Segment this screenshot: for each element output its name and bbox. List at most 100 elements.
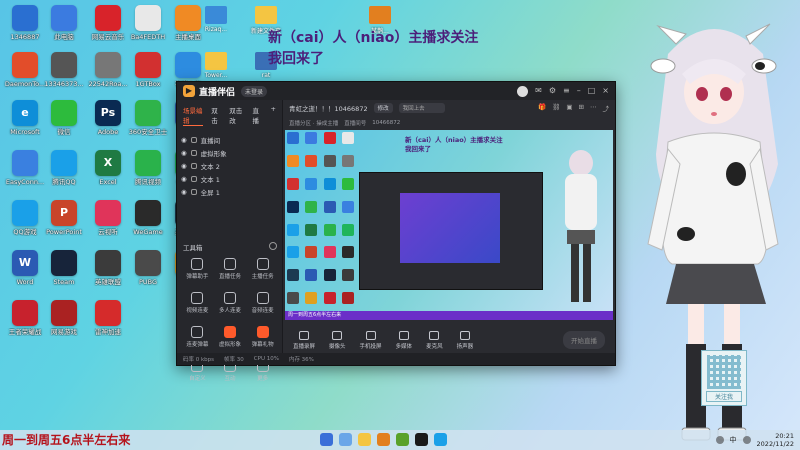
toolbox-header: 工具箱: [183, 242, 277, 252]
desktop-icon[interactable]: 360安全卫士: [126, 100, 170, 136]
desktop-icon[interactable]: 网易游戏: [42, 300, 86, 336]
desktop-icon[interactable]: DaemonTo...: [3, 52, 47, 88]
app-name: 直播伴侣: [199, 87, 236, 98]
room-announcement-input[interactable]: 我回上去: [398, 103, 445, 113]
desktop-icon[interactable]: PUBG: [126, 250, 170, 286]
desktop-icon[interactable]: e Microsoft: [3, 100, 47, 136]
desktop-icon[interactable]: WeGame: [126, 200, 170, 236]
visibility-icon[interactable]: ◉: [181, 175, 187, 183]
network-icon[interactable]: [715, 436, 724, 444]
gift-icon[interactable]: 🎁: [538, 103, 546, 113]
taskbar-app-icon[interactable]: [320, 433, 333, 446]
visibility-icon[interactable]: ◉: [181, 188, 187, 196]
taskbar-app-icon[interactable]: [415, 433, 428, 446]
menu-icon[interactable]: ≡: [563, 86, 570, 97]
live-control-button[interactable]: 扬声器: [457, 330, 473, 350]
app-icon: [95, 200, 121, 226]
desktop-icon[interactable]: 英雄联盟: [86, 250, 130, 286]
desktop-icon[interactable]: Ba4FEDTH: [126, 5, 170, 41]
source-item[interactable]: ◉ 文本 1: [181, 172, 278, 185]
more-icon[interactable]: ⋯: [590, 103, 597, 113]
live-control-button[interactable]: 直播录屏: [293, 330, 315, 350]
toolbox-item[interactable]: 多人连麦: [214, 292, 247, 314]
desktop-icon[interactable]: P PowerPoint: [42, 200, 86, 236]
settings-icon[interactable]: ⚙: [549, 86, 556, 97]
mail-icon[interactable]: ✉: [535, 86, 542, 97]
desktop-icon[interactable]: 云视听: [86, 200, 130, 236]
taskbar-app-icon[interactable]: [339, 433, 352, 446]
clock-date: 2022/11/22: [756, 440, 794, 448]
ime-indicator[interactable]: 中: [730, 435, 737, 445]
desktop-icon[interactable]: 网易云音乐: [86, 5, 130, 41]
toolbox-item[interactable]: 主播任务: [246, 258, 279, 280]
source-item[interactable]: ◉ 全屏 1: [181, 185, 278, 198]
toolbox-item[interactable]: 连麦弹幕: [181, 326, 214, 348]
toolbox-expand-icon[interactable]: [269, 242, 277, 250]
desktop-icon[interactable]: 1GTBox: [126, 52, 170, 88]
scene-tab[interactable]: 双击: [211, 105, 221, 126]
scene-tab[interactable]: 场景编辑: [183, 105, 204, 126]
taskbar-app-icon[interactable]: [396, 433, 409, 446]
room-edit-button[interactable]: 修改: [373, 103, 393, 113]
desktop-icon[interactable]: W Word: [3, 250, 47, 286]
login-badge[interactable]: 未登录: [241, 85, 268, 97]
desktop-icon[interactable]: 腾讯视频: [126, 150, 170, 186]
desktop-file-icon[interactable]: Tower...: [196, 52, 236, 79]
clock[interactable]: 20:21 2022/11/22: [757, 432, 794, 448]
desktop-icon[interactable]: QQ游戏: [3, 200, 47, 236]
source-item[interactable]: ◉ 文本 2: [181, 159, 278, 172]
live-control-button[interactable]: 麦克风: [426, 330, 443, 350]
link-icon[interactable]: ⛓: [552, 103, 560, 113]
desktop-icon-label: 1GTBox: [135, 80, 161, 88]
taskbar-app-icon[interactable]: [434, 433, 447, 446]
add-scene-icon[interactable]: +: [271, 105, 276, 126]
desktop-icon[interactable]: 此电脑: [42, 5, 86, 41]
minimize-icon[interactable]: –: [577, 86, 581, 97]
share-icon[interactable]: ⤴: [603, 103, 610, 113]
maximize-icon[interactable]: □: [588, 86, 596, 97]
desktop-icon[interactable]: 王者荣耀战: [3, 300, 47, 336]
taskbar-app-icon[interactable]: [377, 433, 390, 446]
source-item[interactable]: ◉ 直播间: [181, 133, 278, 146]
live-control-button[interactable]: 手机投屏: [360, 330, 382, 350]
desktop-icon[interactable]: Steam: [42, 250, 86, 286]
app-titlebar[interactable]: ▶ 直播伴侣 未登录 ✉ ⚙ ≡ – □ ×: [177, 82, 615, 100]
status-metric: 内存 36%: [288, 357, 314, 363]
desktop-icon[interactable]: 13346373...: [42, 52, 86, 88]
visibility-icon[interactable]: ◉: [181, 149, 187, 157]
desktop-icon[interactable]: 1346887: [3, 5, 47, 41]
visibility-icon[interactable]: ◉: [181, 136, 187, 144]
scene-tab[interactable]: 直播: [252, 105, 262, 126]
visibility-icon[interactable]: ◉: [181, 162, 187, 170]
scene-tab[interactable]: 双击改: [229, 105, 244, 126]
toolbox-item[interactable]: 弹幕助手: [181, 258, 214, 280]
toolbox-item[interactable]: 虚拟形象: [214, 326, 247, 348]
grid-icon[interactable]: ⊞: [579, 103, 584, 113]
stream-preview[interactable]: 新（cai）人（niao）主播求关注 我回来了 周一到周五6点半左右来: [285, 130, 613, 320]
desktop-icon[interactable]: 微信: [42, 100, 86, 136]
source-item[interactable]: ◉ 虚拟形象: [181, 146, 278, 159]
desktop-icon[interactable]: 雷神加速: [86, 300, 130, 336]
start-live-button[interactable]: 开始直播: [563, 331, 605, 349]
desktop-icon[interactable]: X Excel: [86, 150, 130, 186]
taskbar-app-icon[interactable]: [358, 433, 371, 446]
desktop-file-icon[interactable]: Rizaq...: [196, 6, 236, 33]
folder-icon: [205, 6, 227, 24]
live-control-button[interactable]: 摄像头: [329, 330, 346, 350]
desktop-file-label: Tower...: [204, 72, 228, 79]
streaming-app-window[interactable]: ▶ 直播伴侣 未登录 ✉ ⚙ ≡ – □ × 场景编辑 双击 双击改 直播 + ◉ 直播间…: [176, 81, 616, 382]
toolbox-item[interactable]: 视频连麦: [181, 292, 214, 314]
toolbox-item[interactable]: 直播任务: [214, 258, 247, 280]
volume-icon[interactable]: [742, 436, 751, 444]
user-avatar[interactable]: [517, 85, 529, 97]
desktop-icon[interactable]: EasyConn...: [3, 150, 47, 186]
screen-icon[interactable]: ▣: [566, 103, 572, 113]
desktop-icon[interactable]: 22542Roa...: [86, 52, 130, 88]
desktop-icon[interactable]: Ps Adobe: [86, 100, 130, 136]
desktop-icon-label: 云视听: [98, 228, 118, 236]
desktop-icon[interactable]: 腾讯QQ: [42, 150, 86, 186]
close-icon[interactable]: ×: [602, 86, 609, 97]
live-control-button[interactable]: 多媒体: [396, 330, 412, 350]
toolbox-item[interactable]: 弹幕礼物: [246, 326, 279, 348]
toolbox-item[interactable]: 音频连麦: [246, 292, 279, 314]
